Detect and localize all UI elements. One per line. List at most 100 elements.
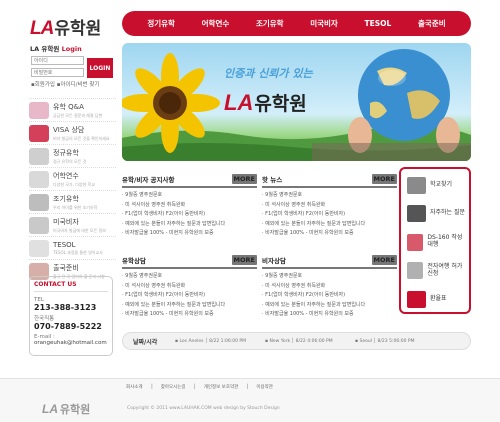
board: 비자상담 MORE · 9월중 영주권문호 · 미 석사이상 영주권 취득완화 · F1… xyxy=(262,255,397,325)
board-item[interactable]: · 비자발급율 100% - 미현지 유학원의 보증 xyxy=(262,310,397,320)
sidebar-item-icon xyxy=(29,101,49,119)
board-item[interactable]: · 예외에 있는 분들이 자주하는 질문과 답변입니다 xyxy=(262,220,397,230)
korea-label: 한국직통 xyxy=(34,316,55,322)
passport-icon xyxy=(407,262,424,279)
footer-link-about[interactable]: 회사소개 xyxy=(126,385,143,390)
board-title: 유학상담 xyxy=(122,257,146,265)
board-item[interactable]: · 9월중 영주권문호 xyxy=(122,272,257,282)
sidebar-item[interactable]: 조기유학 우리 아이를 위한 조기유학 xyxy=(29,190,116,213)
sidebar-item-sub: 우리 아이를 위한 조기유학 xyxy=(53,204,98,210)
board-item[interactable]: · 9월중 영주권문호 xyxy=(262,272,397,282)
footer-link-privacy[interactable]: 개인정보 보호약관 xyxy=(204,385,239,390)
sidebar-item-title: 정규유학 xyxy=(53,148,79,157)
board-item[interactable]: · 9월중 영주권문호 xyxy=(122,191,257,201)
sidebar-item[interactable]: 정규유학 정규 유학의 모든 것 xyxy=(29,144,116,167)
board-item[interactable]: · 미 석사이상 영주권 취득완화 xyxy=(122,201,257,211)
sidebar-item[interactable]: TESOL TESOL 과정을 통한 영어교사 xyxy=(29,236,116,259)
nav-item-departure[interactable]: 출국준비 xyxy=(418,18,446,29)
board-title: 비자상담 xyxy=(262,257,286,265)
globe-icon xyxy=(358,49,450,141)
sidebar-item-icon xyxy=(29,239,49,257)
login-password-input[interactable] xyxy=(31,68,84,77)
sidebar-item[interactable]: 유학 Q&A 궁금한 모든 질문과 해결 답변 xyxy=(29,98,116,121)
board-item[interactable]: · 9월중 영주권문호 xyxy=(262,191,397,201)
hero-logo: LA 유학원 xyxy=(224,90,307,115)
board-list: · 9월중 영주권문호 · 미 석사이상 영주권 취득완화 · F1(업미 학생비자… xyxy=(262,272,397,320)
board: 유학/비자 공지사항 MORE · 9월중 영주권문호 · 미 석사이상 영주권 취득… xyxy=(122,174,257,244)
quick-menu-item[interactable]: 자주하는 질문 xyxy=(407,200,467,228)
footer-logo: LA 유학원 xyxy=(42,402,91,416)
sidebar-item-sub: 정규 유학의 모든 것 xyxy=(53,158,87,164)
quick-menu-item[interactable]: DS-160 작성대행 xyxy=(407,228,467,256)
board-item[interactable]: · 비자발급율 100% - 미현지 유학원의 보증 xyxy=(122,229,257,239)
board-item[interactable]: · 예외에 있는 분들이 자주하는 질문과 답변입니다 xyxy=(122,301,257,311)
sidebar-item-icon xyxy=(29,170,49,188)
email-address[interactable]: orangeuhak@hotmail.com xyxy=(34,340,108,346)
footer: 회사소개 │ 찾아오시는길 │ 개인정보 보호약관 │ 이용약관 LA 유학원 Cop… xyxy=(0,378,500,422)
board-item[interactable]: · F1(업미 학생비자) F2(아이 동반비자) xyxy=(262,210,397,220)
sidebar-item-icon xyxy=(29,216,49,234)
nav-item-tesol[interactable]: TESOL xyxy=(365,19,392,28)
quick-menu-item[interactable]: 학교찾기 xyxy=(407,171,467,199)
footer-link-terms[interactable]: 이용약관 xyxy=(256,385,273,390)
school-icon xyxy=(407,176,426,194)
board-item[interactable]: · F1(업미 학생비자) F2(아이 동반비자) xyxy=(262,291,397,301)
site-logo[interactable]: LA 유학원 xyxy=(30,14,101,40)
more-button[interactable]: MORE xyxy=(231,255,257,265)
faq-icon xyxy=(407,205,426,222)
more-button[interactable]: MORE xyxy=(371,255,397,265)
sidebar-item[interactable]: 미국비자 미국비자 발급에 대한 모든 정보 xyxy=(29,213,116,236)
board-item[interactable]: · 예외에 있는 분들이 자주하는 질문과 답변입니다 xyxy=(122,220,257,230)
logo-korean: 유학원 xyxy=(54,19,102,39)
board-title: 핫 뉴스 xyxy=(262,176,283,184)
city-time-seoul: ▪ Seoul │ 8/23 5:06:00 PM xyxy=(355,338,415,344)
board-item[interactable]: · F1(업미 학생비자) F2(아이 동반비자) xyxy=(122,291,257,301)
board-item[interactable]: · 비자발급율 100% - 미현지 유학원의 보증 xyxy=(262,229,397,239)
quick-menu-item[interactable]: 전자여행 허가신청 xyxy=(407,257,467,285)
nav-item-early-study[interactable]: 조기유학 xyxy=(256,18,284,29)
city-time-ny: ▪ New York │ 8/22 4:06:00 PM xyxy=(265,338,333,344)
more-button[interactable]: MORE xyxy=(231,174,257,184)
quick-menu: 학교찾기자주하는 질문 DS-160 작성대행전자여행 허가신청환율표 xyxy=(399,167,471,314)
quick-menu-label: 전자여행 허가신청 xyxy=(427,262,463,277)
sidebar-item-sub: 비자 발급의 모든 것을 확인하세요 xyxy=(53,135,110,141)
nav-item-us-visa[interactable]: 미국비자 xyxy=(310,18,338,29)
quick-menu-label: 학교찾기 xyxy=(430,180,453,188)
footer-link-directions[interactable]: 찾아오시는길 xyxy=(161,385,186,390)
board-item[interactable]: · 미 석사이상 영주권 취득완화 xyxy=(262,201,397,211)
sidebar-item-sub: TESOL 과정을 통한 영어교사 xyxy=(53,249,103,255)
login-id-input[interactable] xyxy=(31,56,84,65)
login-links[interactable]: ▪회원가입 ▪아이디/비번 찾기 xyxy=(31,80,99,88)
board-item[interactable]: · 예외에 있는 분들이 자주하는 질문과 답변입니다 xyxy=(262,301,397,311)
sidebar-item-title: TESOL xyxy=(53,240,76,249)
board-list: · 9월중 영주권문호 · 미 석사이상 영주권 취득완화 · F1(업미 학생비자… xyxy=(262,191,397,239)
footer-nav: 회사소개 │ 찾아오시는길 │ 개인정보 보호약관 │ 이용약관 xyxy=(126,385,273,390)
sidebar-item[interactable]: VISA 상담 비자 발급의 모든 것을 확인하세요 xyxy=(29,121,116,144)
board-item[interactable]: · 미 석사이상 영주권 취득완화 xyxy=(262,282,397,292)
sidebar-item-title: 조기유학 xyxy=(53,194,79,203)
hero-banner: 인증과 신뢰가 있는 LA 유학원 xyxy=(122,43,471,161)
sidebar-item-title: 어학연수 xyxy=(53,171,79,180)
board-item[interactable]: · 미 석사이상 영주권 취득완화 xyxy=(122,282,257,292)
nav-item-regular-study[interactable]: 정기유학 xyxy=(147,18,175,29)
quick-menu-item[interactable]: 환율표 xyxy=(407,285,467,313)
sidebar-item-sub: 미국비자 발급에 대한 모든 정보 xyxy=(53,227,106,233)
world-time-bar: 날짜/시각 ▪ Los Aneles │ 8/22 1:06:00 PM ▪ N… xyxy=(122,332,471,350)
korea-number: 070-7889-5222 xyxy=(34,322,102,331)
board: 핫 뉴스 MORE · 9월중 영주권문호 · 미 석사이상 영주권 취득완화 · F1… xyxy=(262,174,397,244)
sidebar-item-icon xyxy=(29,147,49,165)
board-title: 유학/비자 공지사항 xyxy=(122,176,175,184)
hero-slogan: 인증과 신뢰가 있는 xyxy=(224,67,313,80)
nav-item-language-course[interactable]: 어학연수 xyxy=(202,18,230,29)
chart-icon xyxy=(407,290,426,308)
sidebar-item-title: 출국준비 xyxy=(53,263,79,272)
contact-box: CONTACT US TEL 213-388-3123 한국직통 070-788… xyxy=(29,276,113,356)
more-button[interactable]: MORE xyxy=(371,174,397,184)
board-item[interactable]: · F1(업미 학생비자) F2(아이 동반비자) xyxy=(122,210,257,220)
board-list: · 9월중 영주권문호 · 미 석사이상 영주권 취득완화 · F1(업미 학생비자… xyxy=(122,191,257,239)
world-time-label: 날짜/시각 xyxy=(133,338,158,346)
login-button[interactable]: LOGIN xyxy=(87,58,113,78)
board-item[interactable]: · 비자발급율 100% - 미현지 유학원의 보증 xyxy=(122,310,257,320)
login-box: LA 유학원 Login LOGIN ▪회원가입 ▪아이디/비번 찾기 xyxy=(30,43,114,93)
sidebar-item[interactable]: 어학연수 다양한 국가, 다양한 학교 xyxy=(29,167,116,190)
